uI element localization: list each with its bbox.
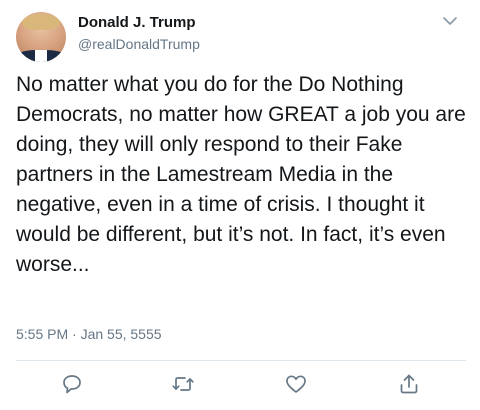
heart-icon xyxy=(284,372,308,396)
action-bar xyxy=(0,372,480,400)
divider xyxy=(16,360,466,361)
reply-icon xyxy=(60,372,84,396)
author-handle[interactable]: @realDonaldTrump xyxy=(78,36,200,52)
avatar[interactable] xyxy=(16,12,66,62)
author-name[interactable]: Donald J. Trump xyxy=(78,14,196,31)
share-button[interactable] xyxy=(397,372,421,396)
avatar-hair xyxy=(22,14,60,30)
tweet-card: Donald J. Trump @realDonaldTrump No matt… xyxy=(0,0,480,410)
share-icon xyxy=(397,372,421,396)
retweet-button[interactable] xyxy=(171,372,195,396)
reply-button[interactable] xyxy=(60,372,84,396)
avatar-shirt xyxy=(35,50,47,62)
tweet-timestamp[interactable]: 5:55 PM · Jan 55, 5555 xyxy=(16,326,162,342)
like-button[interactable] xyxy=(284,372,308,396)
tweet-text: No matter what you do for the Do Nothing… xyxy=(16,73,466,276)
retweet-icon xyxy=(171,372,195,396)
chevron-down-icon[interactable] xyxy=(442,14,458,26)
